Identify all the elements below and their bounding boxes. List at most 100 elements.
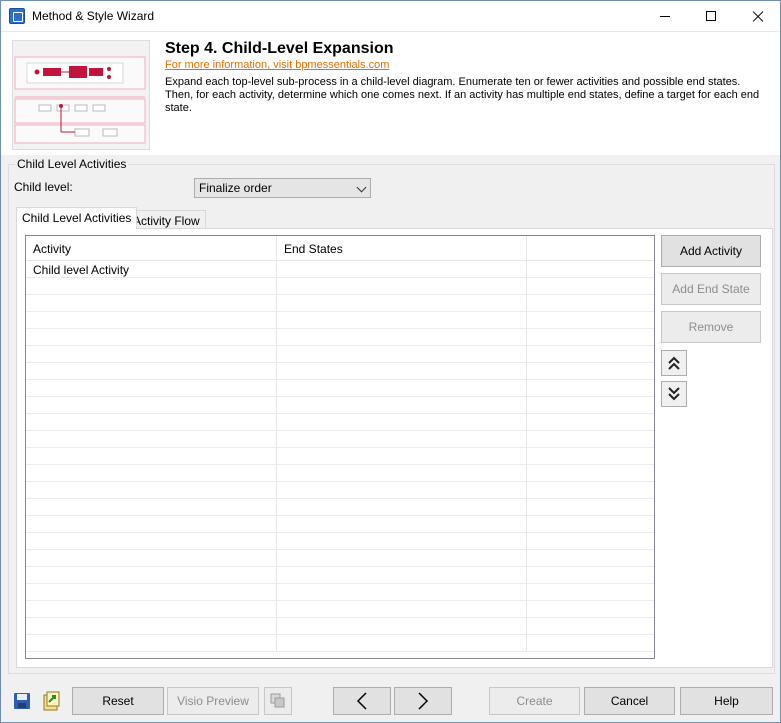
table-cell[interactable] xyxy=(527,431,654,447)
table-row[interactable] xyxy=(26,567,654,584)
copy-preview-button[interactable] xyxy=(264,687,292,715)
table-row[interactable] xyxy=(26,601,654,618)
table-cell[interactable] xyxy=(26,278,277,294)
table-row[interactable] xyxy=(26,499,654,516)
table-cell[interactable] xyxy=(26,431,277,447)
table-cell[interactable] xyxy=(277,533,527,549)
table-row[interactable] xyxy=(26,533,654,550)
table-row[interactable] xyxy=(26,618,654,635)
close-icon[interactable] xyxy=(734,1,780,31)
table-cell[interactable] xyxy=(26,448,277,464)
table-cell[interactable] xyxy=(277,465,527,481)
add-activity-button[interactable]: Add Activity xyxy=(661,235,761,267)
table-row[interactable] xyxy=(26,380,654,397)
table-cell[interactable] xyxy=(527,261,654,277)
table-cell[interactable] xyxy=(527,397,654,413)
table-cell[interactable] xyxy=(527,482,654,498)
move-up-button[interactable] xyxy=(661,350,687,376)
table-cell[interactable] xyxy=(527,278,654,294)
table-row[interactable] xyxy=(26,346,654,363)
table-cell[interactable] xyxy=(26,329,277,345)
table-cell[interactable] xyxy=(277,397,527,413)
table-cell[interactable] xyxy=(277,312,527,328)
table-cell[interactable] xyxy=(277,516,527,532)
table-cell[interactable] xyxy=(527,618,654,634)
table-cell[interactable] xyxy=(277,329,527,345)
table-cell[interactable] xyxy=(277,295,527,311)
save-icon[interactable] xyxy=(10,688,34,714)
table-row[interactable] xyxy=(26,278,654,295)
table-row[interactable] xyxy=(26,295,654,312)
table-row[interactable] xyxy=(26,431,654,448)
table-cell[interactable] xyxy=(277,482,527,498)
table-cell[interactable] xyxy=(26,499,277,515)
help-button[interactable]: Help xyxy=(680,687,773,715)
remove-button[interactable]: Remove xyxy=(661,311,761,343)
table-cell[interactable] xyxy=(277,618,527,634)
table-row[interactable] xyxy=(26,550,654,567)
table-cell[interactable] xyxy=(26,295,277,311)
table-row[interactable] xyxy=(26,448,654,465)
more-info-link[interactable]: For more information, visit bpmessential… xyxy=(165,59,389,71)
activities-grid[interactable]: Activity End States Child level Activity xyxy=(25,235,655,659)
table-cell[interactable] xyxy=(26,414,277,430)
table-cell[interactable] xyxy=(26,465,277,481)
tab-child-level-activities[interactable]: Child Level Activities xyxy=(16,207,138,229)
table-cell[interactable] xyxy=(527,295,654,311)
table-cell[interactable] xyxy=(527,363,654,379)
visio-preview-button[interactable]: Visio Preview xyxy=(167,687,259,715)
table-row[interactable] xyxy=(26,635,654,652)
tab-activity-flow[interactable]: Activity Flow xyxy=(127,210,206,230)
column-header-activity[interactable]: Activity xyxy=(26,236,277,260)
table-cell[interactable] xyxy=(277,584,527,600)
child-level-dropdown[interactable]: Finalize order xyxy=(194,178,371,198)
table-cell[interactable] xyxy=(277,601,527,617)
create-button[interactable]: Create xyxy=(489,687,580,715)
table-cell[interactable] xyxy=(277,550,527,566)
table-row[interactable] xyxy=(26,397,654,414)
table-cell[interactable] xyxy=(527,465,654,481)
table-cell[interactable] xyxy=(26,380,277,396)
table-row[interactable] xyxy=(26,465,654,482)
table-cell[interactable] xyxy=(527,346,654,362)
reset-button[interactable]: Reset xyxy=(72,687,164,715)
table-row[interactable]: Child level Activity xyxy=(26,261,654,278)
table-cell[interactable] xyxy=(277,363,527,379)
table-row[interactable] xyxy=(26,584,654,601)
table-row[interactable] xyxy=(26,482,654,499)
table-cell[interactable] xyxy=(26,516,277,532)
table-cell[interactable] xyxy=(26,635,277,651)
table-cell[interactable] xyxy=(527,584,654,600)
table-cell[interactable] xyxy=(527,516,654,532)
table-cell[interactable] xyxy=(527,329,654,345)
table-cell[interactable] xyxy=(26,482,277,498)
export-icon[interactable] xyxy=(40,688,64,714)
table-cell[interactable] xyxy=(277,499,527,515)
table-row[interactable] xyxy=(26,516,654,533)
table-row[interactable] xyxy=(26,329,654,346)
table-cell[interactable] xyxy=(527,550,654,566)
table-cell[interactable] xyxy=(277,278,527,294)
table-cell[interactable] xyxy=(26,584,277,600)
table-cell[interactable] xyxy=(277,346,527,362)
table-cell[interactable] xyxy=(527,635,654,651)
table-cell[interactable] xyxy=(26,346,277,362)
table-cell[interactable] xyxy=(26,397,277,413)
table-cell[interactable] xyxy=(527,567,654,583)
table-cell[interactable] xyxy=(277,261,527,277)
minimize-icon[interactable] xyxy=(642,1,688,31)
table-cell[interactable] xyxy=(26,363,277,379)
table-cell[interactable] xyxy=(527,380,654,396)
add-end-state-button[interactable]: Add End State xyxy=(661,273,761,305)
table-cell[interactable] xyxy=(527,601,654,617)
table-cell[interactable] xyxy=(26,312,277,328)
table-cell[interactable] xyxy=(527,414,654,430)
table-cell[interactable] xyxy=(527,499,654,515)
cancel-button[interactable]: Cancel xyxy=(584,687,675,715)
table-cell[interactable] xyxy=(277,567,527,583)
table-cell[interactable] xyxy=(527,312,654,328)
table-cell[interactable] xyxy=(26,601,277,617)
table-cell[interactable] xyxy=(26,533,277,549)
move-down-button[interactable] xyxy=(661,381,687,407)
table-cell[interactable] xyxy=(527,448,654,464)
